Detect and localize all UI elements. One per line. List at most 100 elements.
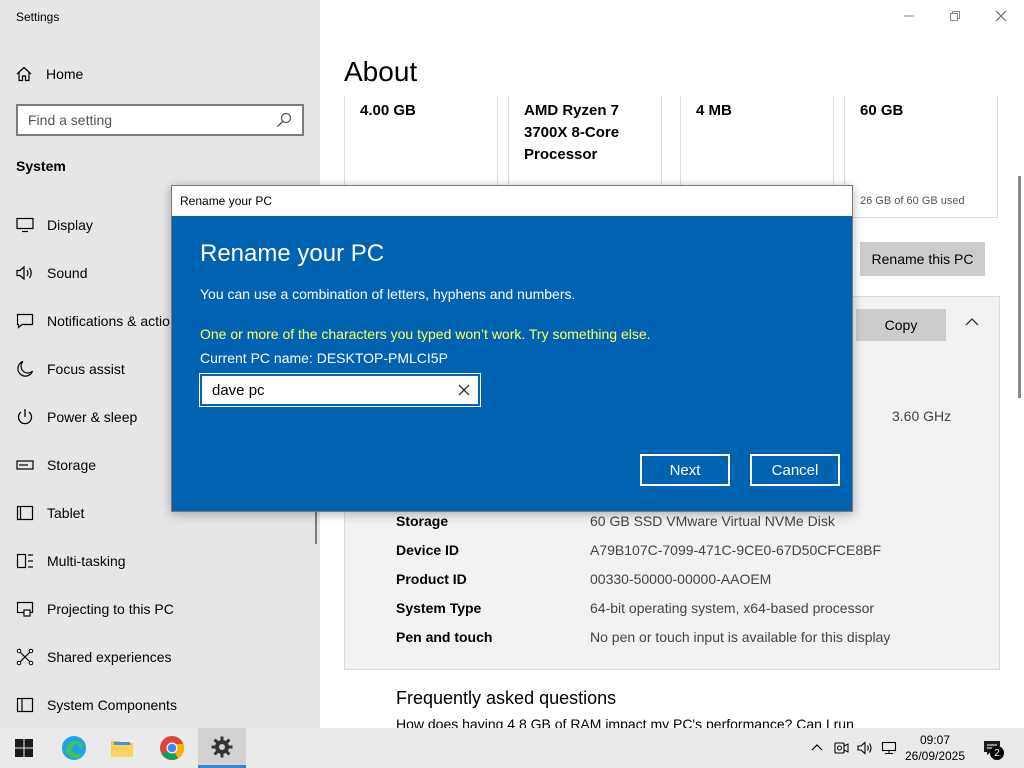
power-icon [16, 408, 34, 426]
sidebar-item-label: Display [47, 217, 93, 233]
file-explorer-taskbar-button[interactable] [98, 728, 146, 768]
sidebar-item-projecting[interactable]: Projecting to this PC [0, 589, 320, 629]
copy-button[interactable]: Copy [856, 309, 946, 341]
home-icon [16, 66, 32, 82]
meet-now-tray-button[interactable] [830, 728, 852, 768]
taskbar-clock[interactable]: 09:07 26/09/2025 [900, 732, 970, 764]
card-value: AMD Ryzen 7 3700X 8-Core Processor [524, 102, 620, 163]
sidebar-item-label: Shared experiences [47, 649, 172, 665]
sidebar-item-label: Notifications & actions [47, 313, 185, 329]
chevron-up-icon [965, 318, 979, 326]
card-value: 60 GB [860, 102, 904, 119]
focus-assist-icon [16, 360, 34, 378]
notification-count-badge: 2 [990, 746, 1004, 760]
chrome-icon [160, 736, 185, 761]
sidebar-item-label: Focus assist [47, 361, 125, 377]
windows-logo-icon [15, 739, 33, 757]
sidebar-item-label: Tablet [47, 505, 85, 521]
search-icon[interactable] [276, 112, 292, 128]
gear-icon [211, 736, 233, 757]
volume-icon [857, 741, 872, 755]
close-icon [995, 10, 1007, 22]
restore-button[interactable] [932, 0, 978, 32]
sidebar-item-label: Sound [47, 265, 88, 281]
spec-key: Product ID [396, 571, 467, 587]
cancel-button[interactable]: Cancel [750, 454, 840, 486]
card-value: 4 MB [696, 102, 732, 119]
spec-value: No pen or touch input is available for t… [590, 629, 891, 645]
edge-taskbar-button[interactable] [50, 728, 98, 768]
spec-key: Device ID [396, 542, 460, 558]
dialog-title-bar: Rename your PC [172, 186, 852, 216]
spec-key: System Type [396, 600, 482, 616]
faq-heading: Frequently asked questions [396, 688, 617, 708]
network-tray-button[interactable] [878, 728, 900, 768]
sidebar-item-label: Storage [47, 457, 97, 473]
processor-speed: 3.60 GHz [892, 408, 952, 424]
multitasking-icon [16, 552, 34, 570]
window-controls [886, 0, 1024, 32]
dialog-description: You can use a combination of letters, hy… [200, 286, 576, 302]
system-components-icon [16, 696, 34, 714]
notifications-icon [16, 312, 34, 330]
camera-icon [834, 742, 849, 754]
clear-input-icon[interactable] [458, 384, 470, 396]
home-nav-item[interactable]: Home [16, 62, 83, 86]
network-icon [881, 741, 897, 754]
faq-link[interactable]: How does having 4 8 GB of RAM impact my … [396, 716, 854, 728]
clock-time: 09:07 [919, 733, 951, 747]
settings-search-box[interactable] [16, 104, 304, 136]
storage-icon [16, 456, 34, 474]
spec-key: Pen and touch [396, 629, 493, 645]
rename-this-pc-button[interactable]: Rename this PC [860, 242, 985, 276]
sidebar-item-shared-experiences[interactable]: Shared experiences [0, 637, 320, 677]
collapse-chevron[interactable] [964, 314, 980, 335]
sound-icon [16, 264, 34, 282]
settings-search-input[interactable] [28, 112, 268, 128]
restore-icon [950, 11, 960, 21]
start-button[interactable] [0, 728, 48, 768]
shared-experiences-icon [16, 648, 34, 666]
page-title: About [344, 56, 418, 87]
spec-value: 60 GB SSD VMware Virtual NVMe Disk [590, 513, 835, 529]
clock-date: 26/09/2025 [904, 749, 966, 763]
show-hidden-icons-button[interactable] [806, 728, 828, 768]
new-pc-name-field[interactable] [199, 373, 481, 407]
taskbar: 09:07 26/09/2025 [0, 728, 1024, 768]
system-section-heading: System [16, 158, 66, 174]
new-pc-name-input[interactable] [212, 381, 442, 399]
next-button[interactable]: Next [640, 454, 730, 486]
dialog-heading: Rename your PC [200, 240, 385, 267]
spec-value: A79B107C-7099-471C-9CE0-67D50CFCE8BF [590, 542, 882, 558]
sidebar-item-label: Projecting to this PC [47, 601, 174, 617]
current-pc-name: Current PC name: DESKTOP-PMLCI5P [200, 350, 448, 366]
sidebar-item-multitasking[interactable]: Multi-tasking [0, 541, 320, 581]
sidebar-item-label: System Components [47, 697, 177, 713]
edge-icon [62, 736, 86, 760]
minimize-button[interactable] [886, 0, 932, 32]
minimize-icon [904, 15, 914, 17]
home-label: Home [46, 66, 84, 82]
chrome-taskbar-button[interactable] [148, 728, 196, 768]
folder-icon [111, 741, 133, 757]
main-scrollbar[interactable] [1018, 176, 1021, 398]
sidebar-item-label: Multi-tasking [47, 553, 126, 569]
settings-taskbar-button[interactable] [198, 728, 246, 768]
display-icon [16, 216, 34, 234]
storage-used-text: 26 GB of 60 GB used [860, 195, 965, 207]
sidebar-item-label: Power & sleep [47, 409, 138, 425]
projecting-icon [16, 600, 34, 618]
card-value: 4.00 GB [360, 102, 416, 119]
chevron-up-icon [811, 744, 823, 751]
spec-key: Storage [396, 513, 449, 529]
close-button[interactable] [978, 0, 1024, 32]
app-title: Settings [16, 10, 60, 24]
rename-pc-dialog: Rename your PC Rename your PC You can us… [171, 185, 853, 512]
spec-value: 00330-50000-00000-AAOEM [590, 571, 772, 587]
spec-value: 64-bit operating system, x64-based proce… [590, 600, 875, 616]
storage-card: 60 GB 26 GB of 60 GB used [844, 96, 998, 218]
dialog-error-message: One or more of the characters you typed … [200, 326, 651, 342]
tablet-icon [16, 504, 34, 522]
volume-tray-button[interactable] [854, 728, 876, 768]
sidebar-item-system-components[interactable]: System Components [0, 685, 320, 725]
